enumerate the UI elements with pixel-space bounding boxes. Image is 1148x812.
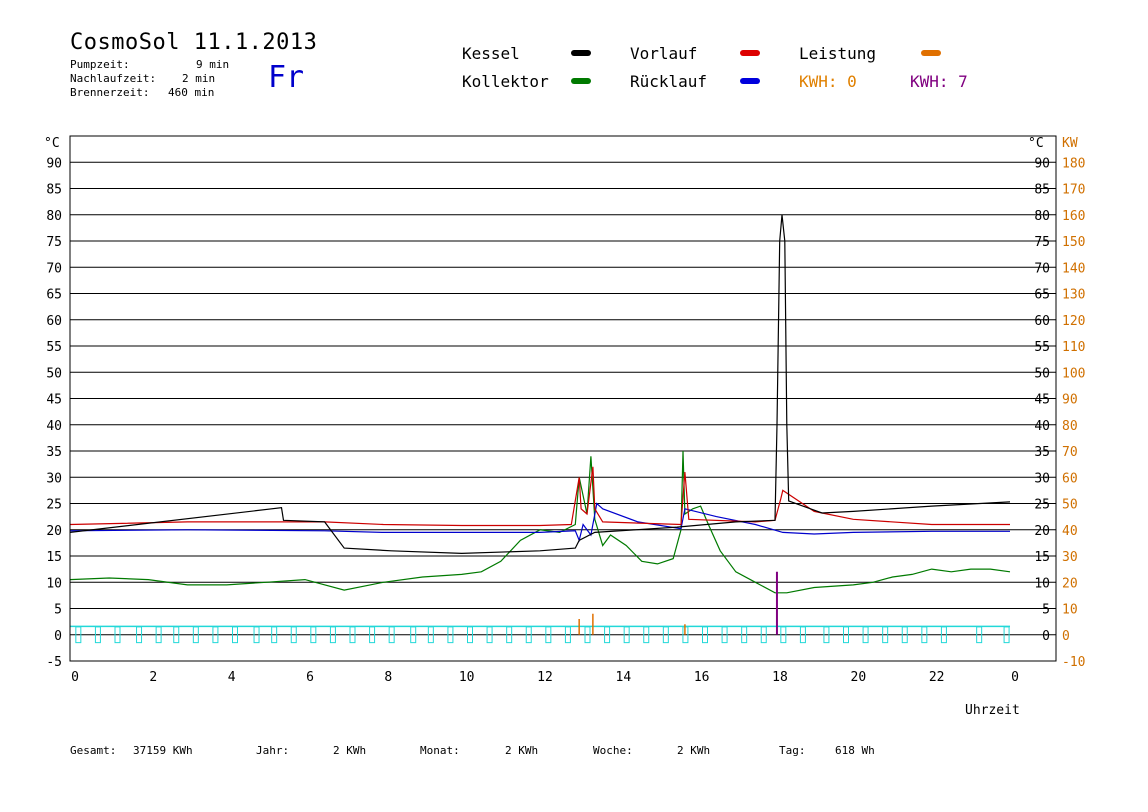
- y-tick-label-right-c: 75: [1034, 235, 1050, 250]
- x-tick-label: 22: [929, 670, 945, 685]
- y-tick-label-left: 40: [46, 419, 62, 434]
- y-tick-label-right-c: 60: [1034, 314, 1050, 329]
- y-tick-label-right-c: 70: [1034, 261, 1050, 276]
- y-tick-label-right-c: 30: [1034, 471, 1050, 486]
- x-tick-label: 0: [1011, 670, 1019, 685]
- y-tick-label-right-kw: 180: [1062, 156, 1085, 171]
- x-tick-label: 8: [384, 670, 392, 685]
- y-tick-label-right-kw: 170: [1062, 183, 1085, 198]
- x-tick-label: 12: [537, 670, 553, 685]
- y-tick-label-right-c: 0: [1042, 629, 1050, 644]
- x-tick-label: 10: [459, 670, 475, 685]
- y-tick-label-right-kw: 120: [1062, 314, 1085, 329]
- y-tick-label-left: 30: [46, 471, 62, 486]
- y-tick-label-right-kw: -10: [1062, 655, 1085, 670]
- y-tick-label-left: 70: [46, 261, 62, 276]
- y-tick-label-right-c: 20: [1034, 524, 1050, 539]
- footer-week-label: Woche:: [593, 744, 633, 757]
- y-axis-label-right-kw: KW: [1062, 136, 1078, 151]
- y-tick-label-left: 10: [46, 576, 62, 591]
- y-tick-label-right-c: 50: [1034, 366, 1050, 381]
- y-tick-label-right-c: 55: [1034, 340, 1050, 355]
- y-tick-label-right-kw: 80: [1062, 419, 1078, 434]
- y-tick-label-right-c: 35: [1034, 445, 1050, 460]
- y-tick-label-left: 0: [54, 629, 62, 644]
- series-line-kessel: [69, 214, 1011, 555]
- y-tick-label-right-c: 5: [1042, 603, 1050, 618]
- footer-week-value: 2 KWh: [677, 744, 711, 757]
- x-tick-label: 16: [694, 670, 710, 685]
- y-tick-label-left: 75: [46, 235, 62, 250]
- y-tick-label-right-kw: 130: [1062, 288, 1085, 303]
- y-tick-label-right-kw: 60: [1062, 471, 1078, 486]
- y-tick-label-right-c: 25: [1034, 498, 1050, 513]
- y-tick-label-right-kw: 160: [1062, 209, 1085, 224]
- x-tick-label: 6: [306, 670, 314, 685]
- y-tick-label-right-kw: 100: [1062, 366, 1085, 381]
- y-tick-label-right-kw: 90: [1062, 393, 1078, 408]
- y-tick-label-right-kw: 70: [1062, 445, 1078, 460]
- y-tick-label-right-kw: 40: [1062, 524, 1078, 539]
- y-tick-label-left: 45: [46, 393, 62, 408]
- footer-total-value: 37159 KWh: [133, 744, 193, 757]
- y-tick-label-left: 85: [46, 183, 62, 198]
- y-tick-label-left: 50: [46, 366, 62, 381]
- x-tick-label: 2: [149, 670, 157, 685]
- y-tick-label-right-c: 40: [1034, 419, 1050, 434]
- y-tick-label-right-c: 80: [1034, 209, 1050, 224]
- y-tick-label-right-c: 15: [1034, 550, 1050, 565]
- y-tick-label-left: 5: [54, 603, 62, 618]
- y-tick-label-right-kw: 140: [1062, 261, 1085, 276]
- y-tick-label-right-kw: 30: [1062, 550, 1078, 565]
- y-tick-label-left: 25: [46, 498, 62, 513]
- footer-day-label: Tag:: [779, 744, 806, 757]
- y-tick-label-left: 20: [46, 524, 62, 539]
- x-tick-label: 4: [228, 670, 236, 685]
- footer-month-value: 2 KWh: [505, 744, 539, 757]
- temperature-chart: -505101520253035404550556065707580859005…: [44, 135, 1085, 718]
- y-tick-label-right-kw: 150: [1062, 235, 1085, 250]
- x-tick-label: 18: [772, 670, 788, 685]
- chart-grid: [70, 161, 1056, 636]
- y-tick-label-right-kw: 50: [1062, 498, 1078, 513]
- y-tick-label-left: 80: [46, 209, 62, 224]
- y-tick-label-right-c: 45: [1034, 393, 1050, 408]
- series-line-vorlauf: [69, 466, 1010, 527]
- x-axis-label: Uhrzeit: [965, 703, 1020, 718]
- y-tick-label-right-kw: 110: [1062, 340, 1085, 355]
- x-tick-label: 20: [851, 670, 867, 685]
- footer-total-label: Gesamt:: [70, 744, 117, 757]
- y-tick-label-right-kw: 20: [1062, 576, 1078, 591]
- y-tick-label-right-kw: 10: [1062, 603, 1078, 618]
- footer-year-value: 2 KWh: [333, 744, 367, 757]
- y-axis-label-right-c: °C: [1028, 136, 1044, 151]
- y-axis-label-left: °C: [44, 136, 60, 151]
- y-tick-label-left: 65: [46, 288, 62, 303]
- y-tick-label-right-c: 90: [1034, 156, 1050, 171]
- y-tick-label-left: 90: [46, 156, 62, 171]
- x-tick-label: 0: [71, 670, 79, 685]
- y-tick-label-left: 55: [46, 340, 62, 355]
- footer-year-label: Jahr:: [256, 744, 290, 757]
- y-tick-label-right-c: 65: [1034, 288, 1050, 303]
- footer-month-label: Monat:: [420, 744, 460, 757]
- y-tick-label-right-c: 10: [1034, 576, 1050, 591]
- chart-ticks: -505101520253035404550556065707580859005…: [46, 156, 1085, 685]
- y-tick-label-right-c: 85: [1034, 183, 1050, 198]
- y-tick-label-left: 35: [46, 445, 62, 460]
- x-tick-label: 14: [616, 670, 632, 685]
- footer-day-value: 618 Wh: [835, 744, 875, 757]
- y-tick-label-right-kw: 0: [1062, 629, 1070, 644]
- y-tick-label-left: 15: [46, 550, 62, 565]
- y-tick-label-left: 60: [46, 314, 62, 329]
- y-tick-label-left: -5: [46, 655, 62, 670]
